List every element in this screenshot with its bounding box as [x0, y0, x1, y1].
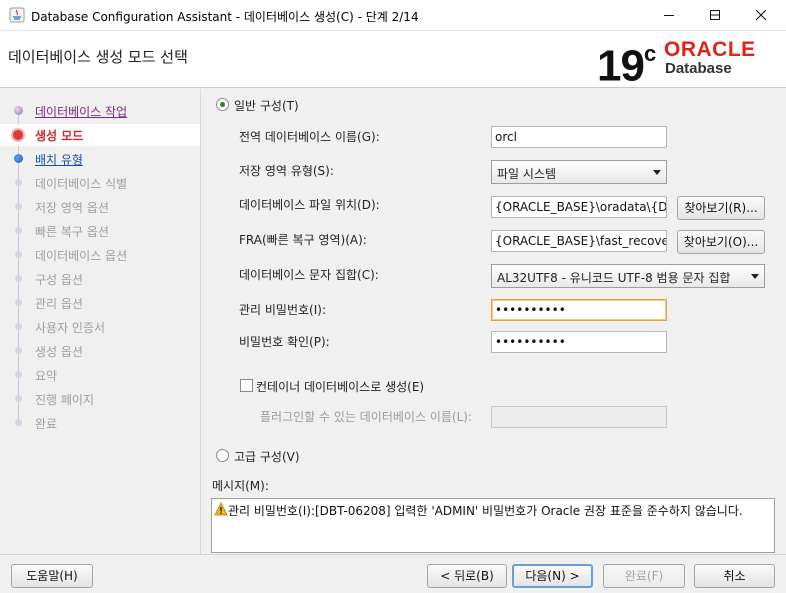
sidebar-step-label: 사용자 인증서	[35, 321, 106, 335]
step-status-icon	[11, 128, 25, 142]
finish-button: 완료(F)	[603, 564, 685, 588]
sidebar-step-summary: 요약	[0, 364, 200, 386]
admin-password-label: 관리 비밀번호(I):	[239, 303, 327, 317]
sidebar-step-label: 요약	[35, 369, 58, 383]
sidebar-step-deployment-type[interactable]: 배치 유형	[0, 148, 200, 170]
container-db-checkbox[interactable]	[240, 379, 253, 392]
sidebar-step-label: 생성 옵션	[35, 345, 83, 359]
storage-type-select[interactable]: 파일 시스템	[491, 160, 667, 184]
step-status-icon	[15, 227, 22, 234]
advanced-config-radio[interactable]	[216, 449, 229, 462]
step-status-icon	[15, 179, 22, 186]
step-status-icon	[15, 299, 22, 306]
step-status-icon	[15, 275, 22, 282]
admin-password-input[interactable]: ••••••••••	[491, 299, 667, 321]
sidebar-step-label: 데이터베이스 작업	[35, 105, 128, 119]
sidebar-step-label: 저장 영역 옵션	[35, 201, 109, 215]
messages-label: 메시지(M):	[212, 479, 269, 493]
sidebar-step-label: 배치 유형	[35, 153, 83, 167]
fra-label: FRA(빠른 복구 영역)(A):	[239, 233, 367, 247]
advanced-config-label[interactable]: 고급 구성(V)	[234, 448, 300, 465]
global-db-name-input[interactable]: orcl	[491, 126, 667, 148]
sidebar-step-creation-option: 생성 옵션	[0, 340, 200, 362]
storage-type-label: 저장 영역 유형(S):	[239, 164, 334, 178]
step-status-icon	[15, 395, 22, 402]
storage-type-value: 파일 시스템	[497, 167, 557, 181]
window-title: Database Configuration Assistant - 데이터베이…	[31, 10, 419, 24]
minimize-icon	[664, 9, 674, 23]
sidebar-step-label: 진행 페이지	[35, 393, 95, 407]
maximize-window-button[interactable]	[692, 0, 738, 31]
step-status-icon	[15, 371, 22, 378]
chevron-down-icon	[653, 170, 661, 175]
sidebar-step-finish: 완료	[0, 412, 200, 434]
db-file-location-label: 데이터베이스 파일 위치(D):	[239, 198, 380, 212]
java-app-icon	[9, 7, 25, 23]
sidebar-step-management-options: 관리 옵션	[0, 292, 200, 314]
logo-version: 19	[597, 41, 645, 91]
fra-input[interactable]: {ORACLE_BASE}\fast_recovery_	[491, 230, 667, 252]
step-status-icon	[15, 323, 22, 330]
confirm-password-input[interactable]: ••••••••••	[491, 331, 667, 353]
sidebar-step-label: 데이터베이스 옵션	[35, 249, 128, 263]
browse-db-location-button[interactable]: 찾아보기(R)...	[677, 196, 765, 220]
sidebar-step-label: 데이터베이스 식별	[35, 177, 128, 191]
sidebar-step-db-options: 데이터베이스 옵션	[0, 244, 200, 266]
sidebar-step-creation-mode[interactable]: 생성 모드	[0, 124, 200, 146]
global-db-name-label: 전역 데이터베이스 이름(G):	[239, 130, 380, 144]
sidebar-step-progress-page: 진행 페이지	[0, 388, 200, 410]
step-status-icon	[15, 347, 22, 354]
close-icon	[755, 9, 767, 23]
cancel-button[interactable]: 취소	[694, 564, 775, 588]
page-title: 데이터베이스 생성 모드 선택	[8, 48, 188, 66]
browse-fra-button[interactable]: 찾아보기(O)...	[677, 230, 765, 254]
charset-select[interactable]: AL32UTF8 - 유니코드 UTF-8 범용 문자 집합	[491, 264, 765, 288]
sidebar-step-db-identification: 데이터베이스 식별	[0, 172, 200, 194]
warning-message: 관리 비밀번호(I):[DBT-06208] 입력한 'ADMIN' 비밀번호가…	[228, 504, 743, 518]
pdb-name-input	[491, 406, 667, 428]
sidebar-step-label: 완료	[35, 417, 58, 431]
back-button[interactable]: < 뒤로(B)	[427, 564, 507, 588]
typical-config-label[interactable]: 일반 구성(T)	[234, 97, 299, 114]
maximize-icon	[710, 9, 720, 23]
close-window-button[interactable]	[738, 0, 784, 31]
next-button[interactable]: 다음(N) >	[512, 564, 593, 588]
step-status-icon	[14, 106, 23, 115]
step-status-icon	[15, 251, 22, 258]
minimize-window-button[interactable]	[646, 0, 692, 31]
database-logo-text: Database	[665, 60, 732, 77]
step-status-icon	[14, 154, 23, 163]
step-status-icon	[15, 203, 22, 210]
step-navigator: 데이터베이스 작업생성 모드배치 유형데이터베이스 식별저장 영역 옵션빠른 복…	[0, 89, 200, 554]
chevron-down-icon	[751, 274, 759, 279]
logo-version-suffix: c	[643, 41, 656, 66]
oracle-logo: ORACLE	[664, 38, 756, 61]
sidebar-step-label: 구성 옵션	[35, 273, 83, 287]
sidebar-step-storage-option: 저장 영역 옵션	[0, 196, 200, 218]
db-file-location-input[interactable]: {ORACLE_BASE}\oradata\{DB_	[491, 196, 667, 218]
sidebar-step-label: 관리 옵션	[35, 297, 83, 311]
sidebar-step-user-credentials: 사용자 인증서	[0, 316, 200, 338]
divider	[200, 89, 201, 554]
sidebar-step-label: 빠른 복구 옵션	[35, 225, 109, 239]
help-button[interactable]: 도움말(H)	[11, 564, 93, 588]
sidebar-step-db-operation[interactable]: 데이터베이스 작업	[0, 100, 200, 122]
confirm-password-label: 비밀번호 확인(P):	[239, 335, 330, 349]
typical-config-radio[interactable]	[216, 98, 229, 111]
pdb-name-label: 플러그인할 수 있는 데이터베이스 이름(L):	[260, 410, 472, 424]
charset-label: 데이터베이스 문자 집합(C):	[239, 268, 379, 282]
container-db-label[interactable]: 컨테이너 데이터베이스로 생성(E)	[256, 378, 424, 395]
charset-value: AL32UTF8 - 유니코드 UTF-8 범용 문자 집합	[497, 271, 731, 285]
sidebar-step-config-options: 구성 옵션	[0, 268, 200, 290]
oracle-19c-logo: 19c	[597, 32, 656, 93]
step-status-icon	[15, 419, 22, 426]
warning-icon	[214, 502, 228, 516]
sidebar-step-label: 생성 모드	[35, 129, 84, 143]
sidebar-step-fast-recovery-option: 빠른 복구 옵션	[0, 220, 200, 242]
footer-divider	[0, 554, 786, 555]
